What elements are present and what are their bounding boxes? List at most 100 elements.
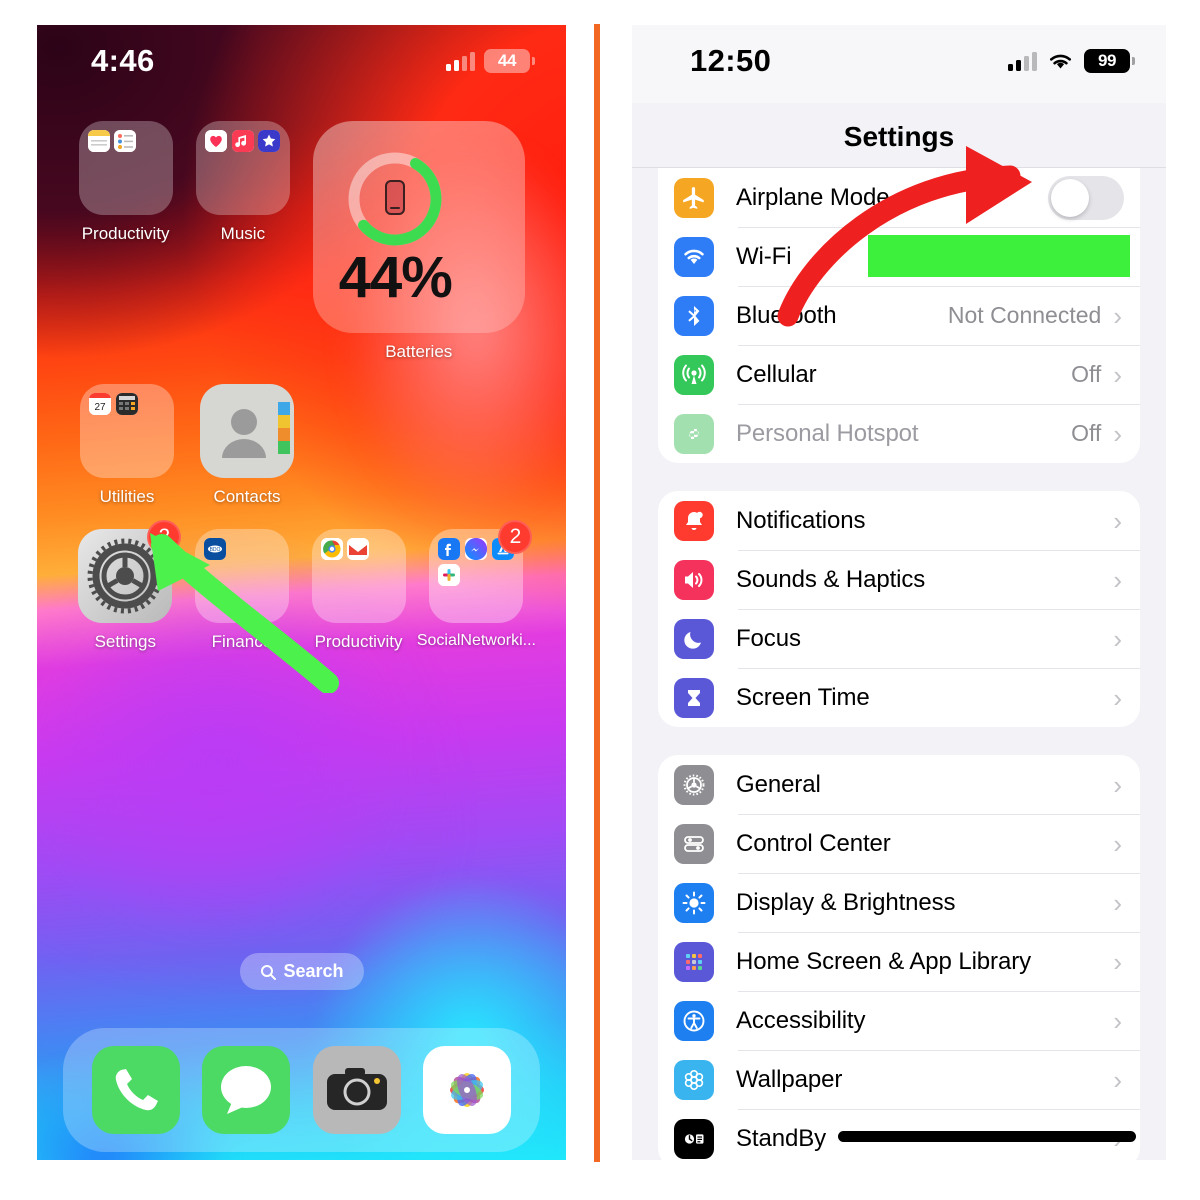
settings-row-screen-time[interactable]: Screen Time › [658,668,1140,727]
bluetooth-icon [674,295,714,336]
cellular-bars-icon [446,51,475,71]
settings-row-bluetooth[interactable]: Bluetooth Not Connected › [658,286,1140,345]
chevron-right-icon: › [1113,623,1122,654]
messenger-icon [465,538,488,560]
speaker-icon [674,559,714,600]
app-label: Productivity [81,224,170,243]
app-label: Settings [94,632,157,651]
search-label: Search [283,961,344,981]
right-status-time: 12:50 [690,43,772,78]
app-label: SocialNetworki... [416,632,536,649]
app-folder-music[interactable]: Music [184,121,301,362]
app-label: Utilities [99,487,155,506]
chevron-right-icon: › [1113,418,1122,449]
app-folder-finance[interactable]: BDO Finance [184,529,301,652]
camera-icon[interactable] [312,1046,401,1134]
settings-group-notifications: Notifications › Sounds & Haptics › Focus… [658,491,1140,727]
dock [63,1028,540,1152]
settings-row-wallpaper[interactable]: Wallpaper › [658,1050,1140,1109]
folder-preview [78,121,173,215]
chevron-right-icon: › [1113,1064,1122,1095]
settings-row-label: Home Screen & App Library [736,947,1031,975]
phone-icon[interactable] [92,1046,181,1134]
settings-row-label: Screen Time [736,683,870,711]
right-status-bar: 12:50 99 [632,25,1166,103]
control-center-icon [674,823,714,864]
settings-row-focus[interactable]: Focus › [658,609,1140,668]
batteries-widget: 44% [312,121,525,333]
airplane-mode-toggle[interactable] [1048,175,1124,220]
settings-row-cellular[interactable]: Cellular Off › [658,345,1140,404]
settings-row-wifi[interactable]: Wi-Fi › [658,227,1140,286]
app-icon-contacts[interactable]: Contacts [187,384,307,507]
hotspot-link-icon [674,413,714,454]
redaction-overlay-black [838,1131,1136,1142]
brightness-sun-icon [674,882,714,923]
app-folder-productivity[interactable]: Productivity [67,121,184,362]
app-label: Music [220,224,266,243]
accessibility-icon [674,1000,714,1041]
settings-group-connectivity: Airplane Mode Wi-Fi › Bluetooth [658,168,1140,463]
messages-icon[interactable] [202,1046,291,1134]
left-status-time: 4:46 [91,43,155,78]
settings-row-label: Focus [736,624,801,652]
settings-row-label: Sounds & Haptics [736,565,926,593]
settings-row-airplane-mode[interactable]: Airplane Mode [658,168,1140,227]
widget-batteries[interactable]: 44% Batteries [302,121,537,362]
settings-row-label: Airplane Mode [736,183,890,211]
gmail-icon [347,538,370,560]
chevron-right-icon: › [1113,564,1122,595]
settings-row-sounds-haptics[interactable]: Sounds & Haptics › [658,550,1140,609]
app-folder-utilities[interactable]: 27 Utilities [67,384,187,507]
folder-preview: 27 [80,384,174,478]
app-label: Productivity [314,632,403,651]
right-battery-level: 99 [1098,51,1116,70]
app-row-3: 2 Settings BDO Finance Productivity 2 So… [37,520,566,652]
wifi-icon [1050,54,1071,69]
chevron-right-icon: › [1113,828,1122,859]
folder-preview: 2 [429,520,533,623]
notification-bell-icon [674,500,714,541]
cellular-antenna-icon [674,354,714,395]
app-folder-socialnetworking[interactable]: 2 SocialNetworki... [416,520,536,652]
photos-icon[interactable] [422,1046,511,1134]
chevron-right-icon: › [1113,359,1122,390]
airplane-icon [674,177,714,218]
app-folder-productivity-2[interactable]: Productivity [300,529,417,652]
wifi-icon [674,236,714,277]
settings-row-display-brightness[interactable]: Display & Brightness › [658,873,1140,932]
settings-row-general[interactable]: General › [658,755,1140,814]
settings-row-notifications[interactable]: Notifications › [658,491,1140,550]
search-pill[interactable]: Search [239,953,364,990]
widget-label: Batteries [385,342,453,361]
left-phone-home-screen: 4:46 44 Productivity Music 44% Batteries… [37,25,566,1160]
settings-row-accessibility[interactable]: Accessibility › [658,991,1140,1050]
settings-row-home-screen-app-library[interactable]: Home Screen & App Library › [658,932,1140,991]
settings-gear-icon: 2 [78,520,182,623]
settings-row-value: Not Connected [947,302,1102,328]
settings-row-standby[interactable]: StandBy › [658,1109,1140,1160]
panel-divider [594,24,600,1162]
settings-row-control-center[interactable]: Control Center › [658,814,1140,873]
settings-row-personal-hotspot[interactable]: Personal Hotspot Off › [658,404,1140,463]
redaction-overlay-green [868,235,1130,277]
battery-icon: 44 [484,49,535,73]
settings-row-label: Control Center [736,829,891,857]
chevron-right-icon: › [1113,946,1122,977]
search-icon [260,964,276,980]
settings-list[interactable]: Airplane Mode Wi-Fi › Bluetooth [632,168,1166,1160]
hourglass-icon [674,677,714,718]
wallpaper-flower-icon [674,1059,714,1100]
app-row-2: 27 Utilities Contacts [37,384,566,507]
app-icon-settings[interactable]: 2 Settings [67,520,184,652]
settings-row-label: Accessibility [736,1006,866,1034]
contacts-icon [200,384,294,478]
settings-row-label: General [736,770,821,798]
apple-music-icon [231,130,254,152]
folder-preview [195,121,290,215]
moon-icon [674,618,714,659]
badge-count: 2 [498,520,533,554]
chevron-right-icon: › [1113,887,1122,918]
right-phone-settings-screen: 12:50 99 Settings Airplane Mode Wi-Fi Bl… [632,25,1166,1160]
chevron-right-icon: › [1113,1005,1122,1036]
